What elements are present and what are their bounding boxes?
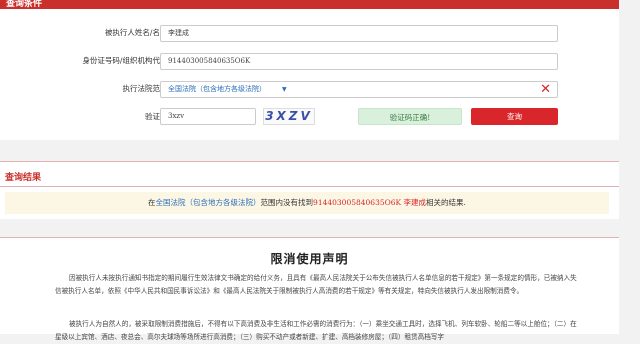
divider (0, 186, 619, 187)
query-panel: 查询条件 被执行人姓名/名称: 李建成 身份证号码/组织机构代码: 914403… (0, 0, 619, 140)
declaration-title: 限消使用声明 (270, 252, 349, 266)
results-panel: 查询结果 在全国法院（包含地方各级法院）范围内没有找到9144030058406… (0, 161, 619, 219)
msg-mid: 范围内没有找到 (260, 198, 314, 207)
divider (0, 237, 619, 238)
captcha-image[interactable]: 3XZV (263, 108, 315, 125)
name-input[interactable]: 李建成 (160, 25, 558, 42)
captcha-input[interactable]: 3xzv (160, 108, 256, 125)
msg-id: 914403005840635O6K (313, 198, 402, 207)
declaration-panel: 限消使用声明 因被执行人未按执行通知书指定的期间履行生效法律文书确定的给付义务，… (0, 237, 619, 341)
court-select[interactable]: 全国法院（包含地方各级法院） ▼ ✕ (160, 81, 558, 98)
query-panel-title: 查询条件 (0, 0, 619, 9)
msg-prefix: 在 (148, 198, 156, 207)
results-message: 在全国法院（包含地方各级法院）范围内没有找到914403005840635O6K… (5, 192, 609, 214)
captcha-ok-badge: 验证码正确! (358, 108, 462, 125)
divider (0, 161, 619, 162)
msg-name: 李建成 (403, 198, 427, 207)
msg-court: 全国法院（包含地方各级法院） (155, 198, 261, 207)
captcha-label: 验证码: (144, 112, 170, 121)
search-button[interactable]: 查询 (471, 108, 558, 125)
id-input[interactable]: 914403005840635O6K (160, 53, 558, 70)
results-title: 查询结果 (5, 173, 42, 183)
declaration-paragraph-1: 因被执行人未按执行通知书指定的期间履行生效法律文书确定的给付义务，且具有《最高人… (55, 274, 577, 295)
id-label: 身份证号码/组织机构代码: (82, 56, 170, 65)
name-label: 被执行人姓名/名称: (104, 28, 170, 37)
chevron-down-icon: ▼ (282, 86, 287, 93)
msg-suffix: 相关的结果. (426, 198, 466, 207)
court-select-value: 全国法院（包含地方各级法院） (168, 85, 266, 93)
court-label: 执行法院范围: (122, 84, 170, 93)
declaration-paragraph-2: 被执行人为自然人的，被采取限制消费措施后，不得有以下高消费及非生活和工作必需的消… (55, 320, 577, 341)
clear-icon[interactable]: ✕ (540, 82, 551, 97)
